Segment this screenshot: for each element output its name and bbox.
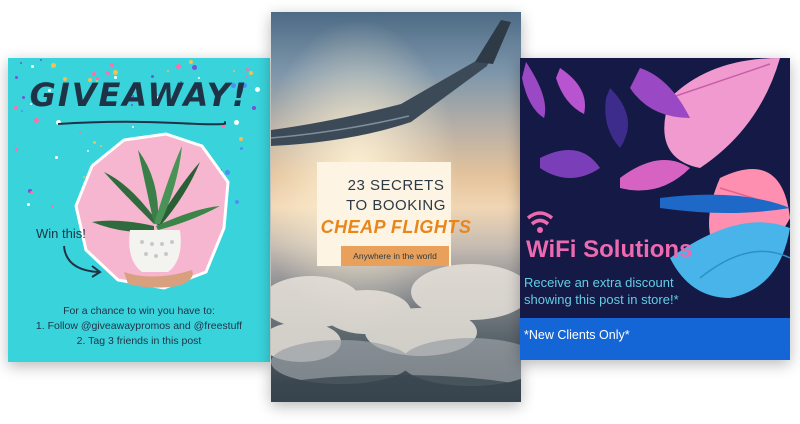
confetti-dot bbox=[176, 64, 181, 69]
curved-arrow-icon bbox=[63, 245, 102, 278]
instruction-line: 1. Follow @giveawaypromos and @freestuff bbox=[35, 320, 243, 332]
title-underline bbox=[57, 120, 226, 126]
wifi-card: WiFi Solutions Receive an extra discount… bbox=[520, 58, 790, 360]
confetti-dot bbox=[51, 205, 54, 208]
confetti-dot bbox=[20, 62, 22, 64]
headline-accent: CHEAP FLIGHTS bbox=[320, 217, 472, 237]
confetti-dot bbox=[234, 120, 239, 125]
confetti-dot bbox=[110, 63, 114, 67]
giveaway-instructions: For a chance to win you have to: 1. Foll… bbox=[8, 304, 270, 349]
confetti-dot bbox=[106, 71, 110, 75]
confetti-dot bbox=[235, 200, 239, 204]
instruction-line: For a chance to win you have to: bbox=[63, 305, 215, 317]
giveaway-title: GIVEAWAY! bbox=[29, 76, 249, 114]
confetti-dot bbox=[34, 118, 39, 123]
confetti-dot bbox=[30, 191, 33, 194]
win-label: Win this! bbox=[36, 226, 86, 241]
description-line: showing this post in store!* bbox=[524, 292, 679, 307]
confetti-dot bbox=[167, 70, 169, 72]
description-line: Receive an extra discount bbox=[524, 275, 674, 290]
confetti-dot bbox=[189, 60, 193, 64]
confetti-dot bbox=[192, 65, 197, 70]
footer-note: *New Clients Only* bbox=[524, 328, 630, 342]
confetti-dot bbox=[246, 68, 249, 71]
confetti-dot bbox=[240, 147, 243, 150]
wifi-footer-bar: *New Clients Only* bbox=[520, 318, 790, 360]
giveaway-card: GIVEAWAY! Win this! For a chance to win … bbox=[8, 58, 270, 362]
confetti-dot bbox=[249, 71, 253, 75]
wifi-description: Receive an extra discount showing this p… bbox=[524, 274, 679, 308]
subheading-tag: Anywhere in the world bbox=[341, 246, 449, 266]
confetti-dot bbox=[55, 156, 58, 159]
confetti-dot bbox=[113, 70, 118, 75]
confetti-dot bbox=[31, 65, 34, 68]
headline-line: TO BOOKING bbox=[346, 197, 446, 214]
wifi-title: WiFi Solutions bbox=[526, 236, 693, 263]
confetti-dot bbox=[40, 59, 42, 61]
wifi-icon bbox=[526, 211, 554, 233]
confetti-dot bbox=[15, 148, 18, 151]
confetti-dot bbox=[233, 70, 235, 72]
headline-line: 23 SECRETS bbox=[347, 177, 445, 194]
confetti-dot bbox=[239, 137, 243, 141]
confetti-dot bbox=[27, 203, 30, 206]
flights-card: 23 SECRETS TO BOOKING CHEAP FLIGHTS Anyw… bbox=[271, 12, 521, 402]
instruction-line: 2. Tag 3 friends in this post bbox=[76, 335, 202, 347]
confetti-dot bbox=[51, 63, 56, 68]
leaves-decoration bbox=[522, 58, 790, 298]
